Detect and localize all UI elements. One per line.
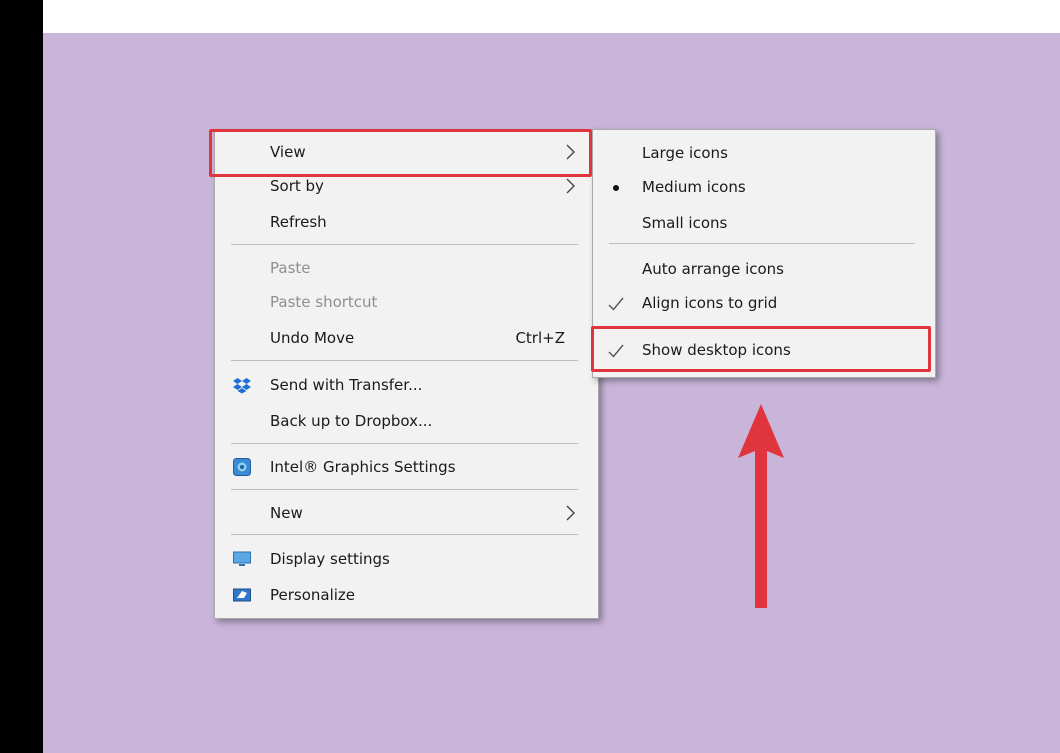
- menu-item-label: New: [270, 504, 303, 522]
- dropbox-icon: [233, 378, 251, 394]
- menu-item-back-up-to-dropbox[interactable]: Back up to Dropbox...: [215, 404, 598, 438]
- left-black-bar: [0, 0, 43, 753]
- menu-item-label: Refresh: [270, 213, 327, 231]
- menu-separator: [231, 360, 578, 361]
- menu-item-display-settings[interactable]: Display settings: [215, 542, 598, 576]
- menu-separator: [231, 534, 578, 535]
- menu-separator: [231, 244, 578, 245]
- menu-item-send-with-transfer[interactable]: Send with Transfer...: [215, 368, 598, 402]
- bullet-icon: [613, 185, 619, 191]
- submenu-item-label: Align icons to grid: [642, 294, 778, 312]
- menu-item-label: Undo Move: [270, 329, 355, 347]
- checkmark-icon: [608, 297, 624, 311]
- menu-item-label: Display settings: [270, 550, 390, 568]
- menu-item-new[interactable]: New: [215, 496, 598, 530]
- submenu-item-label: Small icons: [642, 214, 728, 232]
- submenu-item-auto-arrange-icons[interactable]: Auto arrange icons: [593, 252, 935, 286]
- menu-item-undo-move[interactable]: Undo Move Ctrl+Z: [215, 321, 598, 355]
- menu-item-paste: Paste: [215, 251, 598, 285]
- menu-item-shortcut: Ctrl+Z: [515, 329, 565, 347]
- submenu-item-label: Large icons: [642, 144, 728, 162]
- menu-item-personalize[interactable]: Personalize: [215, 578, 598, 612]
- submenu-item-label: Auto arrange icons: [642, 260, 784, 278]
- menu-separator: [231, 443, 578, 444]
- submenu-separator: [609, 243, 915, 244]
- menu-item-refresh[interactable]: Refresh: [215, 205, 598, 239]
- monitor-icon: [233, 551, 251, 566]
- submenu-item-align-icons-to-grid[interactable]: Align icons to grid: [593, 286, 935, 320]
- menu-item-label: Send with Transfer...: [270, 376, 423, 394]
- intel-graphics-icon: [233, 458, 251, 476]
- menu-item-intel-graphics-settings[interactable]: Intel® Graphics Settings: [215, 450, 598, 484]
- menu-item-label: Intel® Graphics Settings: [270, 458, 456, 476]
- submenu-item-large-icons[interactable]: Large icons: [593, 136, 935, 170]
- up-arrow-annotation: [738, 404, 784, 608]
- desktop-context-menu: View Sort by Refresh Paste Paste shortcu…: [214, 131, 599, 619]
- menu-item-paste-shortcut: Paste shortcut: [215, 285, 598, 319]
- menu-item-label: Paste: [270, 259, 311, 277]
- submenu-item-medium-icons[interactable]: Medium icons: [593, 170, 935, 204]
- view-highlight-box: [209, 129, 592, 177]
- menu-item-label: Back up to Dropbox...: [270, 412, 433, 430]
- submenu-item-small-icons[interactable]: Small icons: [593, 206, 935, 240]
- menu-item-label: Sort by: [270, 177, 324, 195]
- menu-item-label: Personalize: [270, 586, 356, 604]
- chevron-right-icon: [566, 505, 575, 521]
- menu-separator: [231, 489, 578, 490]
- menu-item-label: Paste shortcut: [270, 293, 378, 311]
- chevron-right-icon: [566, 178, 575, 194]
- show-desktop-icons-highlight-box: [591, 326, 931, 372]
- personalize-icon: [233, 588, 251, 602]
- top-white-strip: [43, 0, 1060, 33]
- submenu-item-label: Medium icons: [642, 178, 746, 196]
